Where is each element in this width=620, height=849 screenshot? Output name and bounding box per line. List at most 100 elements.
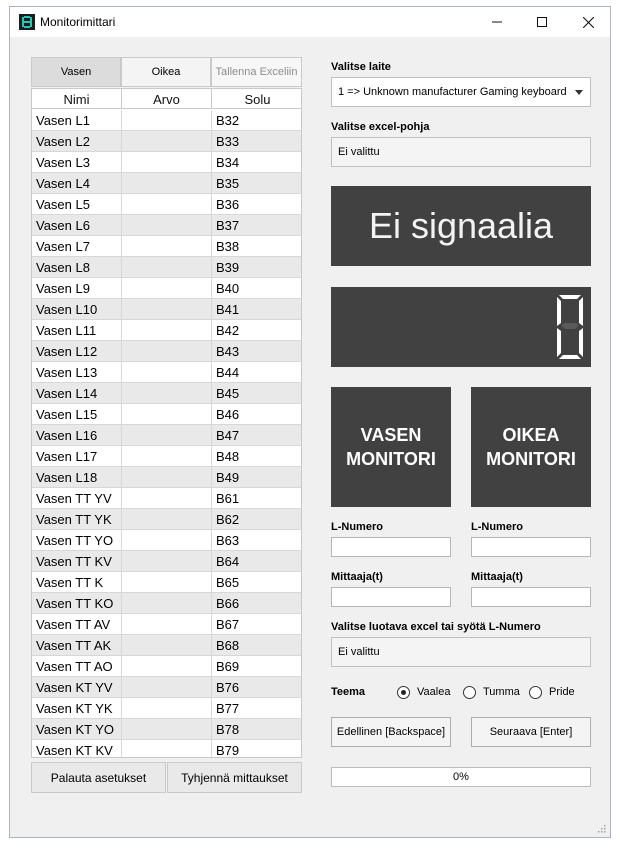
table-row[interactable]: Vasen TT AV B67 [32, 614, 301, 635]
cell-solu[interactable]: B46 [212, 404, 301, 424]
table-row[interactable]: Vasen TT YO B63 [32, 530, 301, 551]
cell-nimi[interactable]: Vasen TT YK [32, 509, 122, 529]
cell-solu[interactable]: B63 [212, 530, 301, 550]
cell-arvo[interactable] [122, 446, 212, 466]
table-row[interactable]: Vasen L6 B37 [32, 215, 301, 236]
cell-arvo[interactable] [122, 299, 212, 319]
cell-arvo[interactable] [122, 572, 212, 592]
cell-solu[interactable]: B47 [212, 425, 301, 445]
cell-nimi[interactable]: Vasen TT YO [32, 530, 122, 550]
left-lnumber-input[interactable] [331, 537, 451, 557]
cell-arvo[interactable] [122, 383, 212, 403]
resize-grip-icon[interactable] [596, 823, 606, 833]
cell-nimi[interactable]: Vasen L9 [32, 278, 122, 298]
right-monitor-button[interactable]: OIKEA MONITORI [471, 387, 591, 507]
cell-arvo[interactable] [122, 236, 212, 256]
cell-nimi[interactable]: Vasen L14 [32, 383, 122, 403]
cell-nimi[interactable]: Vasen L18 [32, 467, 122, 487]
cell-solu[interactable]: B62 [212, 509, 301, 529]
cell-solu[interactable]: B37 [212, 215, 301, 235]
table-row[interactable]: Vasen L1 B32 [32, 110, 301, 131]
table-row[interactable]: Vasen L18 B49 [32, 467, 301, 488]
table-row[interactable]: Vasen TT K B65 [32, 572, 301, 593]
theme-option-tumma[interactable]: Tumma [463, 684, 520, 700]
cell-arvo[interactable] [122, 173, 212, 193]
cell-nimi[interactable]: Vasen KT YO [32, 719, 122, 739]
table-row[interactable]: Vasen L14 B45 [32, 383, 301, 404]
cell-solu[interactable]: B69 [212, 656, 301, 676]
cell-nimi[interactable]: Vasen L12 [32, 341, 122, 361]
clear-measurements-button[interactable]: Tyhjennä mittaukset [167, 762, 302, 793]
table-row[interactable]: Vasen TT KO B66 [32, 593, 301, 614]
cell-nimi[interactable]: Vasen L1 [32, 110, 122, 130]
export-excel-button[interactable]: Tallenna Exceliin [211, 57, 302, 87]
measurement-table[interactable]: Nimi Arvo Solu Vasen L1 B32 Vasen L2 B33 Vas… [31, 88, 302, 758]
cell-solu[interactable]: B77 [212, 698, 301, 718]
table-row[interactable]: Vasen KT YO B78 [32, 719, 301, 740]
table-row[interactable]: Vasen KT KV B79 [32, 740, 301, 757]
output-select-button[interactable]: Ei valittu [331, 637, 591, 667]
cell-solu[interactable]: B78 [212, 719, 301, 739]
tab-oikea[interactable]: Oikea [121, 57, 211, 87]
cell-arvo[interactable] [122, 593, 212, 613]
cell-nimi[interactable]: Vasen L13 [32, 362, 122, 382]
table-row[interactable]: Vasen KT YK B77 [32, 698, 301, 719]
cell-solu[interactable]: B44 [212, 362, 301, 382]
table-row[interactable]: Vasen L9 B40 [32, 278, 301, 299]
cell-solu[interactable]: B76 [212, 677, 301, 697]
column-header-nimi[interactable]: Nimi [32, 89, 122, 109]
cell-arvo[interactable] [122, 530, 212, 550]
cell-solu[interactable]: B32 [212, 110, 301, 130]
cell-solu[interactable]: B43 [212, 341, 301, 361]
cell-arvo[interactable] [122, 656, 212, 676]
cell-arvo[interactable] [122, 278, 212, 298]
theme-option-vaalea[interactable]: Vaalea [397, 684, 450, 700]
title-bar[interactable]: Monitorimittari [10, 7, 610, 37]
cell-nimi[interactable]: Vasen KT YV [32, 677, 122, 697]
left-measurer-input[interactable] [331, 587, 451, 607]
cell-nimi[interactable]: Vasen L7 [32, 236, 122, 256]
cell-nimi[interactable]: Vasen L2 [32, 131, 122, 151]
table-row[interactable]: Vasen L3 B34 [32, 152, 301, 173]
cell-nimi[interactable]: Vasen L4 [32, 173, 122, 193]
cell-nimi[interactable]: Vasen L8 [32, 257, 122, 277]
cell-solu[interactable]: B68 [212, 635, 301, 655]
right-measurer-input[interactable] [471, 587, 591, 607]
cell-solu[interactable]: B49 [212, 467, 301, 487]
cell-solu[interactable]: B33 [212, 131, 301, 151]
cell-solu[interactable]: B66 [212, 593, 301, 613]
table-row[interactable]: Vasen TT AO B69 [32, 656, 301, 677]
cell-nimi[interactable]: Vasen TT KV [32, 551, 122, 571]
cell-arvo[interactable] [122, 551, 212, 571]
table-row[interactable]: Vasen L16 B47 [32, 425, 301, 446]
reset-settings-button[interactable]: Palauta asetukset [31, 762, 166, 793]
cell-arvo[interactable] [122, 131, 212, 151]
cell-solu[interactable]: B48 [212, 446, 301, 466]
cell-nimi[interactable]: Vasen TT K [32, 572, 122, 592]
cell-solu[interactable]: B36 [212, 194, 301, 214]
cell-solu[interactable]: B39 [212, 257, 301, 277]
cell-nimi[interactable]: Vasen TT AK [32, 635, 122, 655]
table-row[interactable]: Vasen L2 B33 [32, 131, 301, 152]
cell-arvo[interactable] [122, 257, 212, 277]
cell-nimi[interactable]: Vasen KT YK [32, 698, 122, 718]
left-monitor-button[interactable]: VASEN MONITORI [331, 387, 451, 507]
cell-solu[interactable]: B61 [212, 488, 301, 508]
table-row[interactable]: Vasen L10 B41 [32, 299, 301, 320]
cell-nimi[interactable]: Vasen L10 [32, 299, 122, 319]
cell-arvo[interactable] [122, 404, 212, 424]
cell-solu[interactable]: B64 [212, 551, 301, 571]
cell-arvo[interactable] [122, 719, 212, 739]
cell-solu[interactable]: B40 [212, 278, 301, 298]
cell-arvo[interactable] [122, 509, 212, 529]
cell-nimi[interactable]: Vasen L16 [32, 425, 122, 445]
cell-arvo[interactable] [122, 488, 212, 508]
cell-nimi[interactable]: Vasen TT KO [32, 593, 122, 613]
cell-arvo[interactable] [122, 152, 212, 172]
cell-solu[interactable]: B38 [212, 236, 301, 256]
cell-arvo[interactable] [122, 425, 212, 445]
cell-arvo[interactable] [122, 635, 212, 655]
cell-nimi[interactable]: Vasen L11 [32, 320, 122, 340]
cell-arvo[interactable] [122, 467, 212, 487]
table-row[interactable]: Vasen TT KV B64 [32, 551, 301, 572]
